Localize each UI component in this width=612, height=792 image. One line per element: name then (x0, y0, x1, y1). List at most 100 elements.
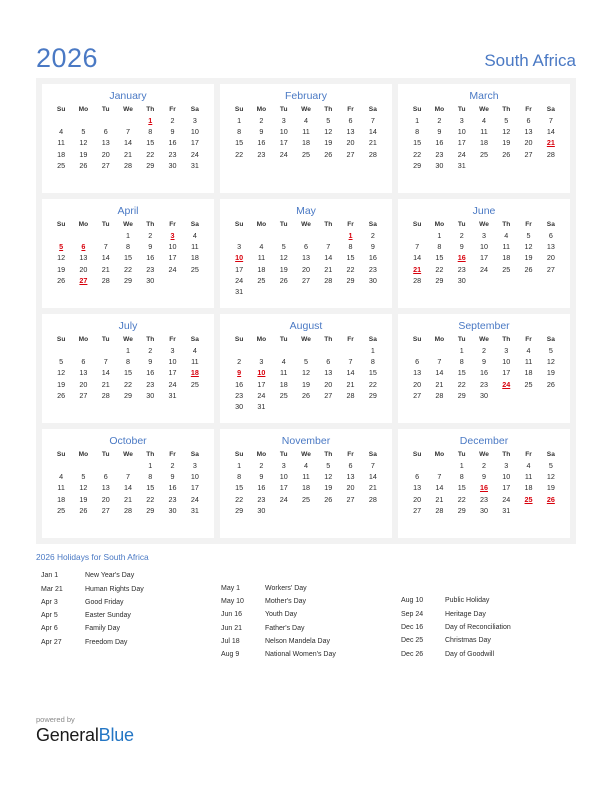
day-cell[interactable]: 10 (161, 356, 183, 367)
day-cell[interactable]: 26 (295, 390, 317, 401)
day-cell[interactable]: 30 (451, 275, 473, 286)
day-cell[interactable]: 29 (428, 275, 450, 286)
day-cell[interactable]: 25 (50, 160, 72, 171)
day-cell[interactable]: 13 (295, 252, 317, 263)
day-cell[interactable]: 16 (250, 137, 272, 148)
day-cell[interactable]: 16 (161, 482, 183, 493)
day-cell[interactable]: 30 (362, 275, 384, 286)
day-cell[interactable]: 10 (273, 126, 295, 137)
day-cell[interactable]: 20 (339, 482, 361, 493)
day-cell[interactable]: 5 (317, 115, 339, 126)
day-cell[interactable]: 19 (50, 379, 72, 390)
day-cell[interactable]: 15 (139, 137, 161, 148)
day-cell-holiday[interactable]: 26 (540, 494, 562, 505)
day-cell[interactable]: 15 (451, 367, 473, 378)
day-cell-holiday[interactable]: 5 (50, 241, 72, 252)
day-cell[interactable]: 24 (273, 494, 295, 505)
day-cell[interactable]: 22 (451, 494, 473, 505)
day-cell[interactable]: 11 (50, 137, 72, 148)
day-cell[interactable]: 9 (451, 241, 473, 252)
day-cell[interactable]: 20 (72, 379, 94, 390)
day-cell[interactable]: 6 (339, 115, 361, 126)
day-cell[interactable]: 9 (250, 471, 272, 482)
day-cell[interactable]: 21 (95, 264, 117, 275)
day-cell[interactable]: 24 (250, 390, 272, 401)
day-cell[interactable]: 24 (184, 149, 206, 160)
day-cell[interactable]: 28 (428, 505, 450, 516)
day-cell[interactable]: 24 (161, 264, 183, 275)
day-cell[interactable]: 17 (184, 137, 206, 148)
day-cell[interactable]: 25 (295, 494, 317, 505)
day-cell[interactable]: 13 (339, 126, 361, 137)
day-cell[interactable]: 12 (50, 252, 72, 263)
day-cell[interactable]: 7 (428, 471, 450, 482)
day-cell[interactable]: 25 (517, 379, 539, 390)
day-cell[interactable]: 2 (139, 345, 161, 356)
day-cell[interactable]: 5 (295, 356, 317, 367)
day-cell[interactable]: 15 (428, 252, 450, 263)
day-cell[interactable]: 27 (339, 494, 361, 505)
day-cell[interactable]: 4 (250, 241, 272, 252)
day-cell[interactable]: 8 (117, 241, 139, 252)
day-cell[interactable]: 26 (317, 494, 339, 505)
day-cell[interactable]: 3 (273, 115, 295, 126)
day-cell[interactable]: 1 (117, 345, 139, 356)
day-cell[interactable]: 17 (273, 482, 295, 493)
day-cell[interactable]: 20 (406, 379, 428, 390)
day-cell[interactable]: 26 (72, 505, 94, 516)
day-cell[interactable]: 27 (95, 505, 117, 516)
day-cell[interactable]: 5 (317, 460, 339, 471)
day-cell[interactable]: 22 (362, 379, 384, 390)
day-cell[interactable]: 25 (50, 505, 72, 516)
day-cell[interactable]: 22 (139, 149, 161, 160)
day-cell[interactable]: 31 (495, 505, 517, 516)
day-cell[interactable]: 18 (295, 137, 317, 148)
day-cell[interactable]: 28 (362, 149, 384, 160)
day-cell[interactable]: 11 (250, 252, 272, 263)
day-cell[interactable]: 31 (228, 287, 250, 298)
day-cell-holiday[interactable]: 21 (406, 264, 428, 275)
day-cell-holiday[interactable]: 16 (473, 482, 495, 493)
day-cell[interactable]: 8 (406, 126, 428, 137)
day-cell[interactable]: 14 (362, 126, 384, 137)
day-cell[interactable]: 23 (451, 264, 473, 275)
day-cell[interactable]: 3 (273, 460, 295, 471)
day-cell-holiday[interactable]: 9 (228, 367, 250, 378)
day-cell[interactable]: 18 (517, 482, 539, 493)
day-cell[interactable]: 9 (473, 471, 495, 482)
day-cell[interactable]: 6 (95, 126, 117, 137)
day-cell[interactable]: 20 (317, 379, 339, 390)
day-cell[interactable]: 21 (362, 137, 384, 148)
day-cell[interactable]: 8 (428, 241, 450, 252)
day-cell[interactable]: 23 (250, 494, 272, 505)
day-cell[interactable]: 18 (495, 252, 517, 263)
day-cell[interactable]: 14 (317, 252, 339, 263)
day-cell[interactable]: 14 (95, 252, 117, 263)
day-cell[interactable]: 7 (428, 356, 450, 367)
day-cell[interactable]: 29 (139, 505, 161, 516)
day-cell[interactable]: 2 (428, 115, 450, 126)
day-cell[interactable]: 30 (161, 505, 183, 516)
day-cell[interactable]: 23 (228, 390, 250, 401)
day-cell[interactable]: 27 (406, 390, 428, 401)
day-cell[interactable]: 25 (184, 379, 206, 390)
day-cell[interactable]: 24 (184, 494, 206, 505)
day-cell[interactable]: 19 (317, 482, 339, 493)
day-cell[interactable]: 8 (139, 471, 161, 482)
day-cell[interactable]: 9 (139, 241, 161, 252)
day-cell[interactable]: 30 (161, 160, 183, 171)
day-cell[interactable]: 10 (495, 471, 517, 482)
day-cell[interactable]: 26 (273, 275, 295, 286)
day-cell[interactable]: 24 (495, 494, 517, 505)
day-cell[interactable]: 22 (406, 149, 428, 160)
day-cell-holiday[interactable]: 21 (540, 137, 562, 148)
day-cell[interactable]: 9 (250, 126, 272, 137)
day-cell[interactable]: 7 (362, 460, 384, 471)
day-cell[interactable]: 18 (250, 264, 272, 275)
day-cell[interactable]: 25 (184, 264, 206, 275)
day-cell[interactable]: 19 (495, 137, 517, 148)
day-cell[interactable]: 13 (517, 126, 539, 137)
day-cell[interactable]: 18 (517, 367, 539, 378)
day-cell[interactable]: 5 (72, 471, 94, 482)
day-cell[interactable]: 4 (50, 471, 72, 482)
